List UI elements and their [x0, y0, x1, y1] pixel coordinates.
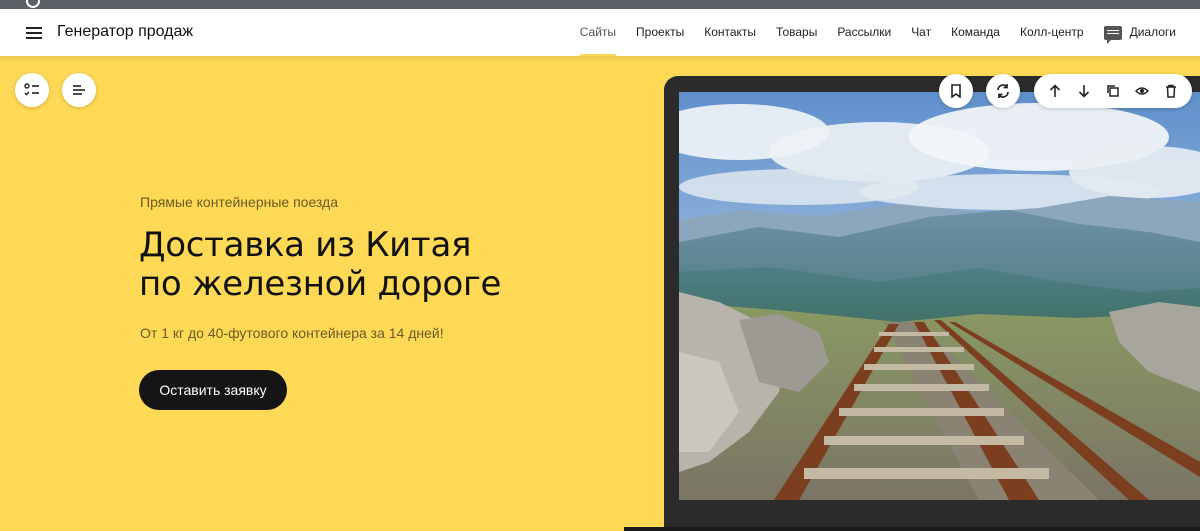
header: Генератор продаж Сайты Проекты Контакты … [0, 9, 1200, 56]
hero-title-line-1: Доставка из Китая [139, 225, 472, 265]
nav-item-dialogs[interactable]: Диалоги [1103, 9, 1176, 56]
arrow-up-icon [1049, 84, 1060, 97]
block-toolbar [1034, 74, 1192, 108]
top-strip [0, 0, 1200, 9]
laptop-base [624, 527, 1200, 531]
refresh-button[interactable] [986, 74, 1020, 108]
arrow-down-icon [1078, 85, 1089, 98]
header-shadow [0, 56, 1200, 62]
menu-icon[interactable] [26, 27, 42, 39]
nav-item-call-center[interactable]: Колл-центр [1020, 9, 1084, 56]
globe-icon [26, 0, 40, 8]
chat-icon [1103, 25, 1122, 44]
nav-item-projects[interactable]: Проекты [636, 9, 684, 56]
checklist-icon [24, 83, 39, 96]
bookmark-icon [951, 84, 961, 98]
visibility-button[interactable] [1130, 79, 1154, 103]
copy-icon [1107, 85, 1119, 97]
request-button[interactable]: Оставить заявку [139, 370, 287, 410]
align-left-icon [73, 85, 85, 95]
hero-eyebrow: Прямые контейнерные поезда [140, 194, 338, 210]
align-button[interactable] [62, 73, 96, 107]
move-down-button[interactable] [1072, 79, 1096, 103]
nav-item-contacts[interactable]: Контакты [704, 9, 756, 56]
copy-button[interactable] [1101, 79, 1125, 103]
nav-item-mailings[interactable]: Рассылки [837, 9, 891, 56]
bookmark-button[interactable] [939, 74, 973, 108]
nav-item-chat[interactable]: Чат [911, 9, 931, 56]
nav-item-products[interactable]: Товары [776, 9, 817, 56]
brand-title: Генератор продаж [57, 23, 194, 40]
hero-title: Доставка из Китая по железной дороге [139, 226, 501, 304]
delete-button[interactable] [1159, 79, 1183, 103]
hero-title-line-2: по железной дороге [139, 264, 502, 304]
main-nav: Сайты Проекты Контакты Товары Рассылки Ч… [579, 9, 1200, 56]
nav-item-sites[interactable]: Сайты [579, 9, 617, 56]
eye-icon [1135, 87, 1150, 95]
trash-icon [1166, 84, 1177, 98]
refresh-icon [997, 84, 1009, 98]
move-up-button[interactable] [1043, 79, 1067, 103]
hero-subtitle: От 1 кг до 40-футового контейнера за 14 … [140, 325, 444, 341]
railway-mountains-photo [679, 92, 1200, 500]
nav-dialogs-label: Диалоги [1129, 25, 1176, 39]
checklist-button[interactable] [15, 73, 49, 107]
nav-item-team[interactable]: Команда [951, 9, 1000, 56]
